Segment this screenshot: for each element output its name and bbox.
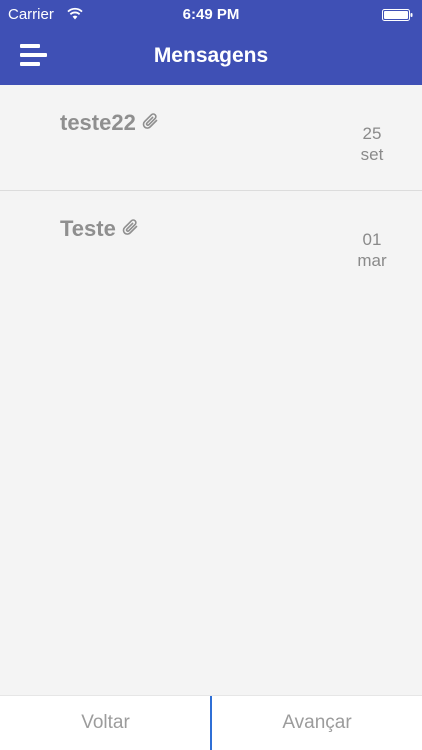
message-day: 01 [362,230,382,249]
pagination-footer: Voltar Avançar [0,695,422,750]
list-item[interactable]: Teste 01 mar [0,191,422,297]
message-date: 25 set [352,123,392,165]
paperclip-icon [142,113,158,129]
message-subject: teste22 [60,110,161,136]
app-header: Carrier 6:49 PM Mensagens [0,0,422,85]
message-subject: Teste [60,216,141,242]
message-subject-text: Teste [60,216,116,241]
page-title: Mensagens [153,44,269,67]
status-time: 6:49 PM [182,6,240,23]
back-button[interactable]: Voltar [0,696,211,750]
battery-icon [382,9,413,21]
next-button[interactable]: Avançar [212,696,422,750]
message-month: mar [357,251,387,270]
message-date: 01 mar [352,229,392,271]
message-list: teste22 25 set Teste 01 mar [0,85,422,297]
status-bar: Carrier 6:49 PM [0,0,422,30]
message-day: 25 [362,124,382,143]
message-month: set [360,145,384,164]
message-subject-text: teste22 [60,110,136,135]
paperclip-icon [122,219,138,235]
list-item[interactable]: teste22 25 set [0,85,422,191]
messages-screen: Carrier 6:49 PM Mensagens teste22 25 set… [0,0,422,750]
